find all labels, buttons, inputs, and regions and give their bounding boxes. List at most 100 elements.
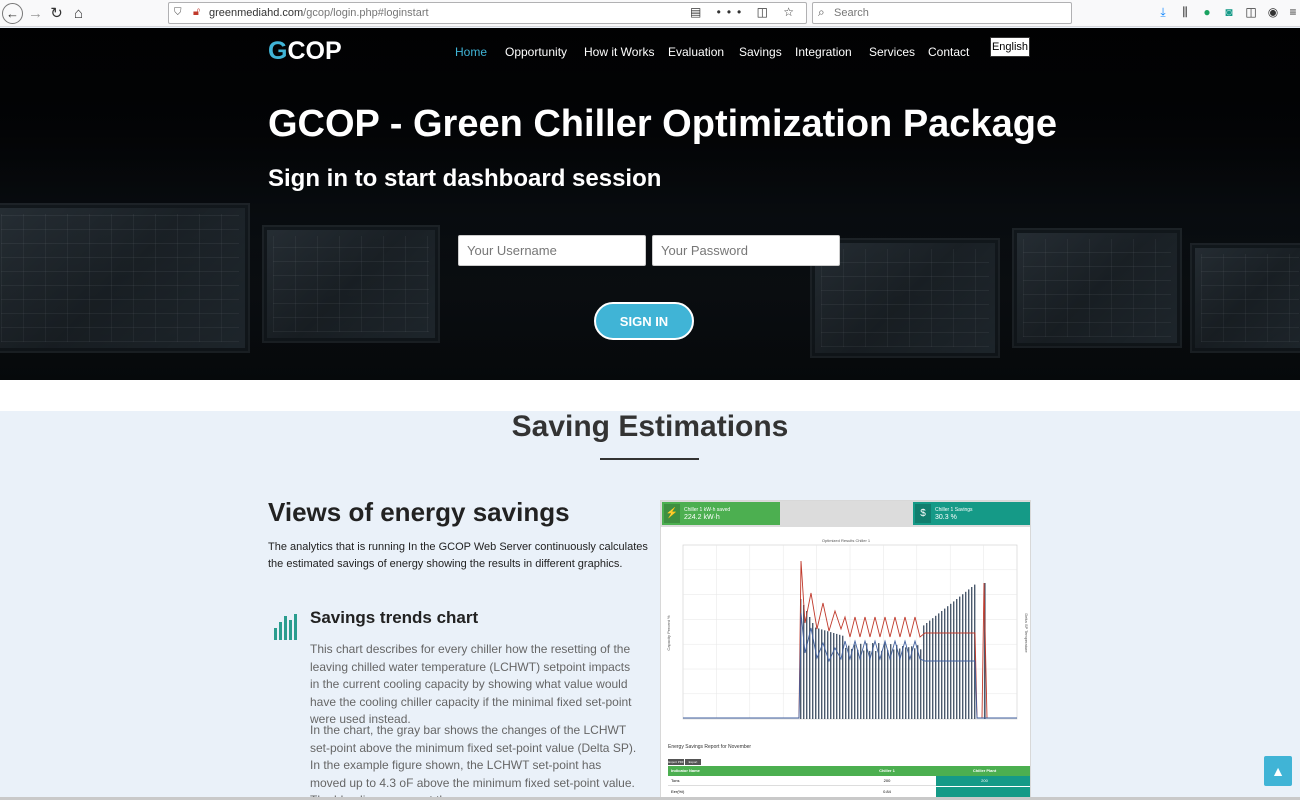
chart-bar — [872, 643, 874, 719]
address-bar[interactable]: ⛉ 🔓︎ greenmediahd.com/gcop/login.php#log… — [168, 2, 807, 24]
back-to-top-button[interactable]: ▲ — [1264, 756, 1292, 786]
menu-icon[interactable]: ≡ — [1285, 5, 1300, 19]
trend-chart-title: Savings trends chart — [310, 608, 479, 627]
nav-savings[interactable]: Savings — [739, 45, 782, 59]
dashboard-preview-image: ⚡ Chiller 1 kW·h saved 224.2 kW·h $ Chil… — [660, 500, 1031, 800]
username-input[interactable] — [458, 235, 646, 266]
chart-bar — [830, 632, 832, 719]
chart-bar — [803, 605, 805, 719]
chart-bar — [851, 648, 853, 719]
chart-bar — [965, 591, 967, 719]
hero-title: GCOP - Green Chiller Optimization Packag… — [268, 103, 1058, 145]
reload-icon[interactable]: ↻ — [46, 3, 67, 24]
chart-bar — [839, 634, 841, 719]
bar-chart-icon — [274, 614, 298, 640]
chart-bar — [827, 631, 829, 719]
library-icon[interactable]: ⫼ — [1177, 5, 1193, 20]
table-row: Tons 200 200 — [668, 776, 1030, 786]
chart-bar — [824, 630, 826, 719]
dollar-icon: $ — [915, 504, 931, 523]
nav-contact[interactable]: Contact — [928, 45, 969, 59]
kpi-kwh-saved: ⚡ Chiller 1 kW·h saved 224.2 kW·h — [662, 502, 780, 525]
chart-bar — [938, 613, 940, 719]
chart-bar — [902, 646, 904, 719]
chart-bar — [854, 644, 856, 719]
account-icon[interactable]: ◉ — [1265, 5, 1281, 19]
nav-services[interactable]: Services — [869, 45, 915, 59]
download-icon[interactable]: ⤓ — [1155, 5, 1171, 20]
table-header-row: Indicator Name Chiller 1 Chiller Plant — [668, 766, 1030, 776]
chart-bar — [893, 649, 895, 719]
trend-description-2: In the chart, the gray bar shows the cha… — [310, 723, 637, 800]
chart-bar — [923, 625, 925, 719]
chart-bar — [869, 650, 871, 719]
home-icon[interactable]: ⌂ — [68, 3, 89, 24]
chart-bar — [971, 587, 973, 719]
export-pdf-button: Export PDF — [668, 759, 684, 765]
table-row: Eer(%i) 0.84 — [668, 787, 1030, 797]
views-title: Views of energy savings — [268, 497, 570, 527]
section-title-underline — [600, 458, 699, 460]
back-icon[interactable]: ← — [2, 3, 23, 24]
chart-bar — [968, 589, 970, 719]
insecure-lock-icon[interactable]: 🔓︎ — [193, 6, 200, 19]
chart-bar — [911, 646, 913, 719]
chart-bar — [857, 649, 859, 719]
grammarly-icon[interactable]: ● — [1199, 5, 1215, 19]
signin-button[interactable]: SIGN IN — [594, 302, 694, 340]
chart-bar — [908, 647, 910, 719]
pocket-icon[interactable]: ◙ — [1221, 5, 1237, 19]
chart-bar — [806, 611, 808, 719]
chart-bar — [821, 629, 823, 719]
chart-bar — [818, 628, 820, 719]
chart-bar — [935, 615, 937, 719]
kpi-savings-percent: $ Chiller 1 Savings 30.3 % — [913, 502, 1030, 525]
forward-icon[interactable]: → — [25, 3, 46, 24]
chart-bar — [926, 623, 928, 719]
nav-how-it-works[interactable]: How it Works — [584, 45, 654, 59]
chart-bar — [941, 611, 943, 719]
savings-trend-chart: Optimized Results Chiller 1 Capacity Per… — [666, 538, 1029, 720]
chart-bar — [947, 606, 949, 719]
trend-description-1: This chart describes for every chiller h… — [310, 642, 632, 726]
chart-bar — [896, 645, 898, 719]
nav-opportunity[interactable]: Opportunity — [505, 45, 567, 59]
views-description: The analytics that is running In the GCO… — [268, 541, 648, 570]
language-select[interactable]: English — [990, 37, 1030, 57]
chart-title: Optimized Results Chiller 1 — [822, 538, 871, 543]
nav-home[interactable]: Home — [455, 45, 487, 59]
plug-icon: ⚡ — [664, 504, 680, 523]
section-divider — [0, 380, 1300, 411]
browser-search-box[interactable]: ⌕ Search — [812, 2, 1072, 24]
chart-bar — [953, 601, 955, 719]
hero-section: GCOP Home Opportunity How it Works Evalu… — [0, 28, 1300, 380]
chart-bar — [845, 647, 847, 719]
search-icon: ⌕ — [818, 5, 825, 19]
page-actions[interactable]: ▤ ••• ◫ ☆ — [690, 5, 800, 19]
nav-integration[interactable]: Integration — [795, 45, 852, 59]
site-logo[interactable]: GCOP — [268, 37, 342, 66]
chart-bar — [905, 647, 907, 719]
browser-toolbar: ← → ↻ ⌂ ⛉ 🔓︎ greenmediahd.com/gcop/login… — [0, 0, 1300, 27]
hero-subtitle: Sign in to start dashboard session — [268, 165, 662, 192]
export-excel-button: Export Excel — [685, 759, 701, 770]
sidebar-icon[interactable]: ◫ — [1243, 5, 1259, 19]
chart-bar — [881, 650, 883, 719]
chart-bar — [836, 633, 838, 719]
chart-bar — [917, 645, 919, 719]
chart-bar — [833, 633, 835, 719]
chart-bar — [875, 650, 877, 719]
chart-bar — [815, 627, 817, 719]
url-text: greenmediahd.com/gcop/login.php#loginsta… — [209, 7, 429, 19]
chart-bar — [929, 620, 931, 719]
password-input[interactable] — [652, 235, 840, 266]
y-axis-left-label: Capacity Percent % — [666, 615, 671, 651]
shield-icon[interactable]: ⛉ — [174, 7, 182, 18]
y-axis-right-label: Delta SP Temperature — [1024, 613, 1029, 653]
nav-evaluation[interactable]: Evaluation — [668, 45, 724, 59]
chart-bar — [863, 650, 865, 719]
chart-bar — [887, 650, 889, 719]
chart-bar — [914, 648, 916, 719]
chart-bar — [944, 608, 946, 719]
chart-bar — [956, 599, 958, 719]
